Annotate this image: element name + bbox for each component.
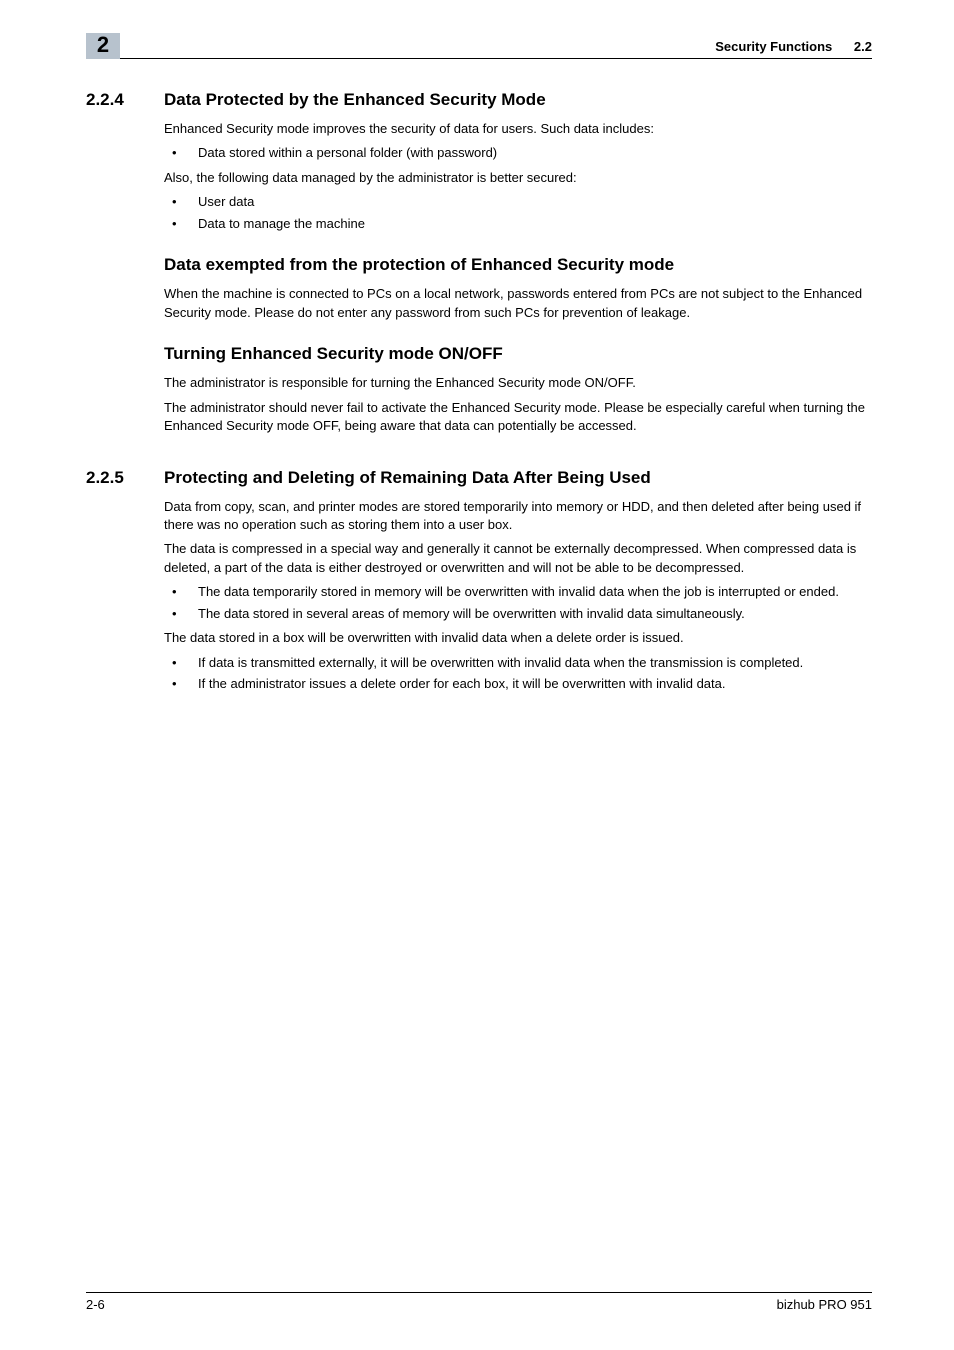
subsection-title: Turning Enhanced Security mode ON/OFF [164,344,872,364]
list-item: Data to manage the machine [164,215,872,233]
list-item: If the administrator issues a delete ord… [164,675,872,693]
bullet-list: The data temporarily stored in memory wi… [164,583,872,623]
section-body: Protecting and Deleting of Remaining Dat… [164,468,872,698]
page-footer: 2-6 bizhub PRO 951 [86,1292,872,1312]
paragraph: Data from copy, scan, and printer modes … [164,498,872,535]
paragraph: The administrator is responsible for tur… [164,374,872,392]
header-right: Security Functions 2.2 [715,39,872,54]
product-name: bizhub PRO 951 [777,1297,872,1312]
section-body: Data Protected by the Enhanced Security … [164,90,872,442]
section-2-2-4: 2.2.4 Data Protected by the Enhanced Sec… [86,90,872,442]
bullet-list: If data is transmitted externally, it wi… [164,654,872,694]
section-title: Data Protected by the Enhanced Security … [164,90,872,110]
list-item: Data stored within a personal folder (wi… [164,144,872,162]
list-item: The data temporarily stored in memory wi… [164,583,872,601]
page-number: 2-6 [86,1297,105,1312]
header-title: Security Functions [715,39,832,54]
paragraph: The administrator should never fail to a… [164,399,872,436]
header-section-number: 2.2 [854,39,872,54]
list-item: User data [164,193,872,211]
bullet-list: User data Data to manage the machine [164,193,872,233]
section-number: 2.2.5 [86,468,164,698]
list-item: If data is transmitted externally, it wi… [164,654,872,672]
page: 2 Security Functions 2.2 2.2.4 Data Prot… [0,0,954,1350]
content: 2.2.4 Data Protected by the Enhanced Sec… [86,80,872,698]
page-header: 2 Security Functions 2.2 [86,30,872,59]
paragraph: The data stored in a box will be overwri… [164,629,872,647]
bullet-list: Data stored within a personal folder (wi… [164,144,872,162]
paragraph: The data is compressed in a special way … [164,540,872,577]
chapter-tab: 2 [86,33,120,59]
section-title: Protecting and Deleting of Remaining Dat… [164,468,872,488]
paragraph: Enhanced Security mode improves the secu… [164,120,872,138]
section-number: 2.2.4 [86,90,164,442]
section-2-2-5: 2.2.5 Protecting and Deleting of Remaini… [86,468,872,698]
paragraph: When the machine is connected to PCs on … [164,285,872,322]
list-item: The data stored in several areas of memo… [164,605,872,623]
paragraph: Also, the following data managed by the … [164,169,872,187]
subsection-title: Data exempted from the protection of Enh… [164,255,872,275]
